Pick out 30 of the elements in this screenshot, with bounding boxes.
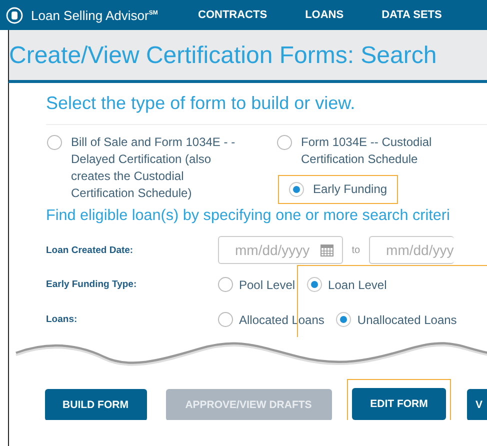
option-label: Unallocated Loans <box>357 312 457 326</box>
radio-button[interactable] <box>336 312 352 327</box>
calendar-icon[interactable] <box>320 243 334 257</box>
radio-button[interactable] <box>277 135 292 150</box>
app-name: Loan Selling Advisor$^{SM}$ <box>31 8 158 22</box>
page-title: Create/View Certification Forms: Search <box>9 41 437 70</box>
option-label: Form 1034E -- Custodial Certification Schedule <box>301 134 433 168</box>
action-button[interactable]: EDIT FORM <box>352 388 446 420</box>
radio-button[interactable] <box>307 277 322 292</box>
option-label: Early Funding <box>313 181 388 198</box>
radio-button[interactable] <box>218 277 233 292</box>
radio-button[interactable] <box>218 312 233 327</box>
range-separator: to <box>352 244 360 256</box>
nav-link[interactable]: CONTRACTS <box>198 9 268 21</box>
action-button[interactable]: V <box>466 388 487 420</box>
option-label: Loan Level <box>328 278 387 292</box>
section-heading: Find eligible loan(s) by specifying one or more search criteri <box>46 207 451 225</box>
nav-link[interactable]: DATA SETS <box>382 9 442 21</box>
radio-button[interactable] <box>47 135 62 150</box>
placeholder-text: mm/dd/yyyy <box>235 242 310 258</box>
section-heading: Select the type of form to build or view. <box>46 93 487 125</box>
field-label: Loan Created Date: <box>46 244 134 256</box>
field-label: Early Funding Type: <box>46 279 138 290</box>
nav-link[interactable]: LOANS <box>305 9 344 21</box>
action-button[interactable]: BUILD FORM <box>44 388 146 420</box>
option-label: Pool Level <box>239 278 296 292</box>
radio-button[interactable] <box>289 182 304 197</box>
logo-icon <box>6 6 23 24</box>
field-label: Loans: <box>46 314 78 325</box>
option-label: Bill of Sale and Form 1034E - - Delayed Certification (also creates the Custodial Certification Schedule) <box>71 134 236 202</box>
